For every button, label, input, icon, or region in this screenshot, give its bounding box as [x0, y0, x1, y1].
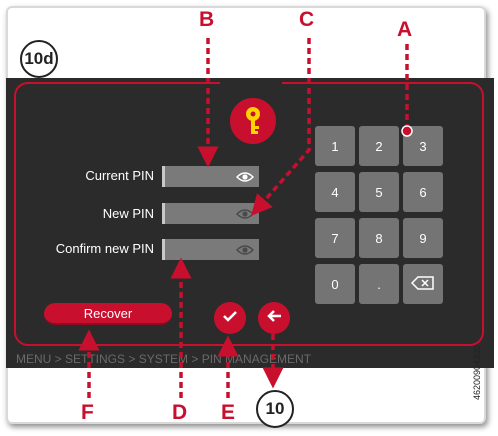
callout-b: B [199, 8, 215, 31]
key-9[interactable]: 9 [403, 218, 443, 258]
key-3[interactable]: 3 [403, 126, 443, 166]
key-1[interactable]: 1 [315, 126, 355, 166]
eye-icon[interactable] [235, 243, 255, 261]
confirm-button[interactable] [214, 302, 246, 334]
callout-c: C [299, 8, 315, 31]
callout-a: A [397, 18, 413, 41]
new-pin-field[interactable] [162, 203, 259, 224]
figure-badge: 10d [20, 40, 58, 78]
confirm-pin-field[interactable] [162, 239, 259, 260]
key-5[interactable]: 5 [359, 172, 399, 212]
eye-icon[interactable] [235, 207, 255, 225]
confirm-pin-label: Confirm new PIN [55, 241, 154, 256]
key-2[interactable]: 2 [359, 126, 399, 166]
key-8[interactable]: 8 [359, 218, 399, 258]
current-pin-label: Current PIN [85, 168, 154, 183]
step-badge: 10 [256, 390, 294, 428]
key-decimal[interactable]: . [359, 264, 399, 304]
key-4[interactable]: 4 [315, 172, 355, 212]
callout-f: F [81, 401, 94, 424]
eye-icon[interactable] [235, 170, 255, 188]
backspace-icon [410, 275, 435, 293]
callout-d: D [172, 401, 188, 424]
key-0[interactable]: 0 [315, 264, 355, 304]
key-7[interactable]: 7 [315, 218, 355, 258]
breadcrumb: MENU > SETTINGS > SYSTEM > PIN MANAGEMEN… [16, 352, 312, 366]
key-6[interactable]: 6 [403, 172, 443, 212]
backspace-key[interactable] [403, 264, 443, 304]
back-button[interactable] [258, 302, 290, 334]
document-number: 46200904300 [472, 344, 482, 400]
current-pin-field[interactable] [162, 166, 259, 187]
callout-e: E [221, 401, 236, 424]
key-icon [228, 96, 278, 146]
numeric-keypad: 1 2 3 4 5 6 7 8 9 0 . [311, 122, 449, 314]
new-pin-label: New PIN [102, 206, 154, 221]
recover-button[interactable]: Recover [44, 303, 172, 325]
arrow-left-icon [266, 309, 282, 328]
check-icon [222, 309, 238, 327]
